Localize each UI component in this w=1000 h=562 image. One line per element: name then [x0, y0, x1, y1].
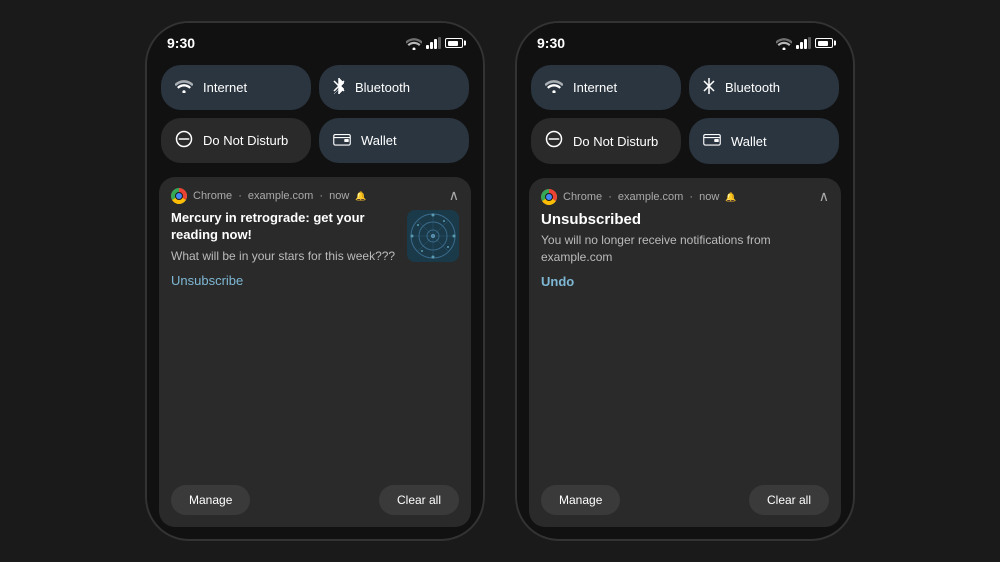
- notif-unsub-title-right: Unsubscribed: [541, 211, 829, 228]
- phone-left: 9:30: [145, 21, 485, 541]
- qs-wallet-right[interactable]: Wallet: [689, 118, 839, 164]
- notif-header-left: Chrome · example.com · now 🔔 ∧: [159, 177, 471, 210]
- chrome-icon-right: [541, 189, 557, 205]
- notif-image-left: [407, 210, 459, 262]
- battery-icon-left: [445, 38, 463, 48]
- notif-unsubscribe-btn-left[interactable]: Unsubscribe: [171, 273, 459, 288]
- clear-all-btn-right[interactable]: Clear all: [749, 485, 829, 515]
- notification-card-left: Chrome · example.com · now 🔔 ∧ Mercury i…: [159, 177, 471, 527]
- notif-body-right: Unsubscribed You will no longer receive …: [529, 211, 841, 477]
- notif-content-row-left: Mercury in retrograde: get your reading …: [171, 210, 459, 265]
- chrome-icon-left: [171, 188, 187, 204]
- notif-undo-btn-right[interactable]: Undo: [541, 274, 829, 289]
- qs-internet-label-right: Internet: [573, 80, 617, 95]
- notif-body-text-left: What will be in your stars for this week…: [171, 248, 397, 265]
- status-bar-right: 9:30: [517, 23, 853, 59]
- wallet-icon-left: [333, 132, 351, 150]
- status-icons-right: [776, 37, 833, 50]
- bluetooth-icon-right: [703, 77, 715, 98]
- dnd-icon-right: [545, 130, 563, 152]
- quick-settings-right: Internet Bluetooth Do Not Disturb: [517, 59, 853, 174]
- wifi-icon-left: [406, 37, 422, 50]
- notif-expand-icon-left[interactable]: ∧: [449, 187, 459, 204]
- qs-dnd-right[interactable]: Do Not Disturb: [531, 118, 681, 164]
- qs-internet-left[interactable]: Internet: [161, 65, 311, 110]
- battery-icon-right: [815, 38, 833, 48]
- status-time-left: 9:30: [167, 35, 195, 51]
- notification-area-right: Chrome · example.com · now 🔔 ∧ Unsubscri…: [517, 174, 853, 539]
- notif-actions-right: Manage Clear all: [529, 477, 841, 527]
- qs-internet-right[interactable]: Internet: [531, 65, 681, 110]
- wifi-qs-icon-left: [175, 79, 193, 97]
- qs-wallet-label-left: Wallet: [361, 133, 397, 148]
- wallet-icon-right: [703, 132, 721, 150]
- qs-bluetooth-right[interactable]: Bluetooth: [689, 65, 839, 110]
- wifi-qs-icon-right: [545, 79, 563, 97]
- notif-app-info-left: Chrome · example.com · now 🔔: [171, 188, 367, 204]
- qs-internet-label-left: Internet: [203, 80, 247, 95]
- wifi-icon-right: [776, 37, 792, 50]
- manage-btn-right[interactable]: Manage: [541, 485, 620, 515]
- status-time-right: 9:30: [537, 35, 565, 51]
- quick-settings-left: Internet Bluetooth Do Not Disturb: [147, 59, 483, 173]
- notif-app-name-right: Chrome · example.com · now 🔔: [563, 191, 737, 203]
- manage-btn-left[interactable]: Manage: [171, 485, 250, 515]
- signal-icon-left: [426, 37, 441, 49]
- status-icons-left: [406, 37, 463, 50]
- phone-right: 9:30 Internet: [515, 21, 855, 541]
- notif-app-name-left: Chrome · example.com · now 🔔: [193, 190, 367, 202]
- qs-wallet-left[interactable]: Wallet: [319, 118, 469, 163]
- clear-all-btn-left[interactable]: Clear all: [379, 485, 459, 515]
- qs-dnd-label-left: Do Not Disturb: [203, 133, 288, 148]
- dnd-icon-left: [175, 130, 193, 151]
- signal-icon-right: [796, 37, 811, 49]
- qs-dnd-label-right: Do Not Disturb: [573, 134, 658, 149]
- notification-area-left: Chrome · example.com · now 🔔 ∧ Mercury i…: [147, 173, 483, 539]
- qs-dnd-left[interactable]: Do Not Disturb: [161, 118, 311, 163]
- qs-bluetooth-label-right: Bluetooth: [725, 80, 780, 95]
- status-bar-left: 9:30: [147, 23, 483, 59]
- qs-wallet-label-right: Wallet: [731, 134, 767, 149]
- notif-actions-left: Manage Clear all: [159, 477, 471, 527]
- notif-app-info-right: Chrome · example.com · now 🔔: [541, 189, 737, 205]
- notif-body-left: Mercury in retrograde: get your reading …: [159, 210, 471, 477]
- notif-title-left: Mercury in retrograde: get your reading …: [171, 210, 397, 244]
- qs-bluetooth-left[interactable]: Bluetooth: [319, 65, 469, 110]
- notif-text-left: Mercury in retrograde: get your reading …: [171, 210, 397, 265]
- qs-bluetooth-label-left: Bluetooth: [355, 80, 410, 95]
- notif-expand-icon-right[interactable]: ∧: [819, 188, 829, 205]
- notification-card-right: Chrome · example.com · now 🔔 ∧ Unsubscri…: [529, 178, 841, 527]
- notif-unsub-desc-right: You will no longer receive notifications…: [541, 232, 829, 266]
- notif-header-right: Chrome · example.com · now 🔔 ∧: [529, 178, 841, 211]
- bluetooth-icon-left: [333, 77, 345, 98]
